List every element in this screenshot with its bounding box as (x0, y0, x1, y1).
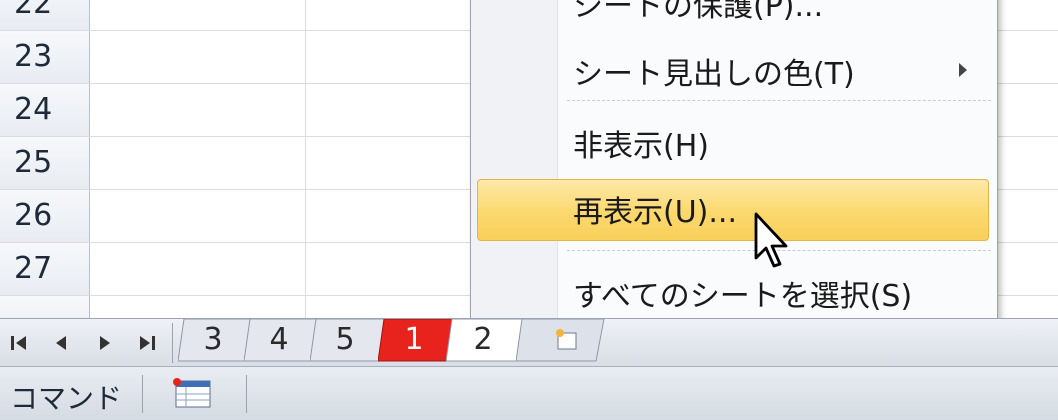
previous-sheet-icon[interactable] (46, 327, 78, 359)
menu-item-label: すべてのシートを選択(S) (573, 279, 913, 314)
sheet-tab-5[interactable]: 5 (310, 319, 389, 363)
menu-item-select-all-sheets[interactable]: すべてのシートを選択(S) (471, 261, 997, 317)
sheet-tab-2-active[interactable]: 2 (446, 319, 529, 363)
sheet-tab-4[interactable]: 4 (244, 319, 323, 363)
menu-item-label: 再表示(U)... (573, 195, 737, 230)
row-header[interactable]: 24 (0, 84, 90, 136)
menu-item-hide[interactable]: 非表示(H) (471, 111, 997, 167)
menu-item-label: シート見出しの色(T) (573, 57, 855, 92)
sheet-tab-bar: 3 4 5 1 2 (0, 318, 1058, 366)
tab-label: 1 (404, 322, 424, 357)
tab-label: 2 (473, 322, 493, 357)
row-header[interactable]: 23 (0, 31, 90, 83)
tab-nav-divider (172, 323, 173, 363)
submenu-arrow-icon (959, 63, 967, 77)
column-divider (305, 0, 306, 318)
first-sheet-icon[interactable] (4, 327, 36, 359)
status-mode-label: コマンド (10, 382, 123, 415)
tab-label: 4 (269, 322, 289, 357)
tab-label: 3 (203, 322, 223, 357)
last-sheet-icon[interactable] (130, 327, 162, 359)
menu-separator (567, 100, 991, 101)
status-divider (142, 375, 143, 413)
insert-sheet-icon (556, 329, 577, 350)
row-header[interactable]: 25 (0, 137, 90, 189)
sheet-tab-context-menu: シートの保護(P)... シート見出しの色(T) 非表示(H) 再表示(U)..… (470, 0, 998, 328)
normal-view-icon[interactable] (172, 377, 216, 411)
sheet-tab-3[interactable]: 3 (178, 319, 257, 363)
status-divider (246, 375, 247, 413)
row-header[interactable]: 27 (0, 243, 90, 295)
sheet-tabs: 3 4 5 1 2 (178, 319, 638, 367)
mouse-pointer-icon (754, 212, 788, 268)
row-header[interactable] (0, 296, 90, 318)
menu-item-protect-sheet[interactable]: シートの保護(P)... (471, 0, 997, 27)
status-bar: コマンド (0, 366, 1058, 420)
row-header[interactable]: 22 (0, 0, 90, 30)
menu-item-unhide[interactable]: 再表示(U)... (471, 177, 997, 241)
menu-item-label: シートの保護(P)... (573, 0, 824, 24)
menu-item-tab-color[interactable]: シート見出しの色(T) (471, 39, 997, 95)
sheet-tab-1[interactable]: 1 (378, 319, 459, 363)
next-sheet-icon[interactable] (88, 327, 120, 359)
menu-item-label: 非表示(H) (573, 129, 709, 164)
tab-label: 5 (335, 322, 355, 357)
insert-sheet-tab[interactable] (516, 319, 605, 363)
row-header[interactable]: 26 (0, 190, 90, 242)
